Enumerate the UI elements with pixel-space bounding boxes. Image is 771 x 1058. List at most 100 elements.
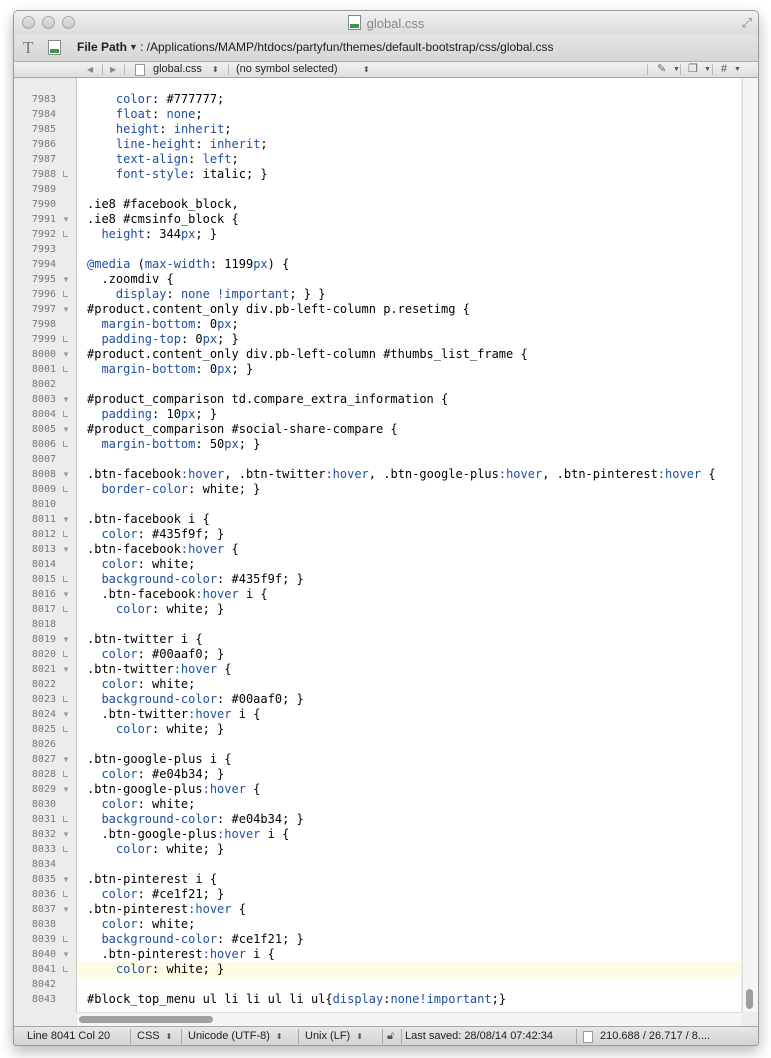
code-line[interactable]: display: none !important; } } — [87, 287, 326, 302]
code-line[interactable]: text-align: left; — [87, 152, 239, 167]
horizontal-scroll-thumb[interactable] — [79, 1016, 213, 1023]
code-line[interactable]: #block_top_menu ul li li ul li ul{displa… — [87, 992, 506, 1007]
code-line[interactable]: .btn-google-plus:hover { — [87, 782, 260, 797]
code-line[interactable]: color: white; } — [87, 962, 224, 977]
hash-icon[interactable]: # — [721, 62, 727, 77]
symbol-selector[interactable]: (no symbol selected) — [236, 62, 338, 77]
chevron-down-icon[interactable]: ▼ — [129, 42, 138, 52]
code-line[interactable]: .btn-twitter:hover { — [87, 662, 232, 677]
text-tool-icon[interactable]: T — [23, 38, 33, 58]
documents-icon[interactable]: ❐ — [688, 62, 698, 77]
syntax-mode-selector[interactable]: CSS ⬍ — [137, 1030, 172, 1042]
code-line[interactable]: color: white; } — [87, 722, 224, 737]
code-line[interactable]: #product_comparison td.compare_extra_inf… — [87, 392, 448, 407]
code-token-num: :hover — [202, 782, 246, 796]
file-icon[interactable] — [48, 40, 61, 55]
code-line[interactable]: color: #777777; — [87, 92, 224, 107]
lock-icon[interactable]: 🔓︎ — [387, 1030, 394, 1043]
fold-toggle-icon[interactable]: ▼ — [62, 422, 70, 437]
code-line[interactable]: #product.content_only div.pb-left-column… — [87, 347, 528, 362]
fold-toggle-icon[interactable]: ▼ — [62, 467, 70, 482]
code-line[interactable]: margin-bottom: 50px; } — [87, 437, 260, 452]
code-line[interactable]: #product.content_only div.pb-left-column… — [87, 302, 470, 317]
code-line[interactable]: line-height: inherit; — [87, 137, 268, 152]
code-line[interactable]: .btn-pinterest:hover { — [87, 902, 246, 917]
pencil-icon[interactable]: ✎ — [657, 62, 666, 77]
code-line[interactable]: padding: 10px; } — [87, 407, 217, 422]
fold-toggle-icon[interactable]: ▼ — [62, 782, 70, 797]
fold-toggle-icon[interactable]: ▼ — [62, 902, 70, 917]
code-line[interactable]: background-color: #e04b34; } — [87, 812, 303, 827]
code-line[interactable]: height: inherit; — [87, 122, 232, 137]
chevron-down-icon[interactable]: ▼ — [673, 62, 680, 77]
forward-icon[interactable]: ▶ — [110, 62, 116, 77]
code-line[interactable]: margin-bottom: 0px; — [87, 317, 238, 332]
fold-toggle-icon[interactable]: ▼ — [62, 272, 70, 287]
code-line[interactable]: .btn-facebook i { — [87, 512, 210, 527]
fold-toggle-icon[interactable]: ▼ — [62, 542, 70, 557]
code-line[interactable]: color: #435f9f; } — [87, 527, 224, 542]
updown-icon[interactable]: ⬍ — [363, 62, 370, 77]
file-path-label[interactable]: File Path — [77, 40, 127, 54]
fold-toggle-icon[interactable]: ▼ — [62, 302, 70, 317]
fullscreen-icon[interactable]: ⤢ — [742, 15, 752, 31]
fold-toggle-icon[interactable]: ▼ — [62, 587, 70, 602]
fold-toggle-icon[interactable]: ▼ — [62, 752, 70, 767]
fold-toggle-icon[interactable]: ▼ — [62, 347, 70, 362]
vertical-scrollbar[interactable] — [742, 78, 758, 1012]
cursor-position[interactable]: Line 8041 Col 20 — [27, 1030, 110, 1042]
code-line[interactable]: @media (max-width: 1199px) { — [87, 257, 289, 272]
code-line[interactable]: color: #00aaf0; } — [87, 647, 224, 662]
fold-toggle-icon[interactable]: ▼ — [62, 392, 70, 407]
fold-toggle-icon[interactable]: ▼ — [62, 872, 70, 887]
code-line[interactable]: padding-top: 0px; } — [87, 332, 238, 347]
line-number: 8034 — [31, 859, 56, 870]
vertical-scroll-thumb[interactable] — [746, 989, 753, 1009]
code-line[interactable]: .btn-facebook:hover i { — [87, 587, 267, 602]
fold-toggle-icon[interactable]: ▼ — [62, 632, 70, 647]
code-line[interactable]: .btn-facebook:hover { — [87, 542, 239, 557]
fold-toggle-icon[interactable]: ▼ — [62, 662, 70, 677]
code-line[interactable]: color: #e04b34; } — [87, 767, 224, 782]
code-line[interactable]: .zoomdiv { — [87, 272, 173, 287]
code-line[interactable]: background-color: #ce1f21; } — [87, 932, 303, 947]
chevron-down-icon[interactable]: ▼ — [734, 62, 741, 77]
code-line[interactable]: height: 344px; } — [87, 227, 217, 242]
code-line[interactable]: .ie8 #facebook_block, — [87, 197, 239, 212]
code-line[interactable]: .btn-google-plus:hover i { — [87, 827, 289, 842]
fold-toggle-icon[interactable]: ▼ — [62, 947, 70, 962]
fold-toggle-icon[interactable]: ▼ — [62, 707, 70, 722]
code-line[interactable]: margin-bottom: 0px; } — [87, 362, 253, 377]
file-selector[interactable]: global.css — [153, 62, 202, 77]
fold-toggle-icon[interactable]: ▼ — [62, 512, 70, 527]
code-line[interactable]: .btn-pinterest i { — [87, 872, 217, 887]
updown-icon[interactable]: ⬍ — [212, 62, 219, 77]
code-line[interactable]: font-style: italic; } — [87, 167, 268, 182]
code-line[interactable]: .btn-facebook:hover, .btn-twitter:hover,… — [87, 467, 716, 482]
code-line[interactable]: color: white; } — [87, 842, 224, 857]
code-line[interactable]: .btn-pinterest:hover i { — [87, 947, 274, 962]
code-line[interactable]: color: white; — [87, 917, 195, 932]
code-line[interactable]: float: none; — [87, 107, 203, 122]
chevron-down-icon[interactable]: ▼ — [704, 62, 711, 77]
line-endings-selector[interactable]: Unix (LF) ⬍ — [305, 1030, 363, 1042]
code-line[interactable]: background-color: #435f9f; } — [87, 572, 303, 587]
fold-toggle-icon[interactable]: ▼ — [62, 212, 70, 227]
encoding-selector[interactable]: Unicode (UTF-8) ⬍ — [188, 1030, 283, 1042]
code-line[interactable]: color: #ce1f21; } — [87, 887, 224, 902]
code-line[interactable]: .ie8 #cmsinfo_block { — [87, 212, 239, 227]
code-line[interactable]: color: white; — [87, 797, 195, 812]
code-line[interactable]: border-color: white; } — [87, 482, 260, 497]
back-icon[interactable]: ◀ — [87, 62, 93, 77]
code-line[interactable]: background-color: #00aaf0; } — [87, 692, 303, 707]
code-line[interactable]: color: white; — [87, 557, 195, 572]
code-line[interactable]: color: white; — [87, 677, 195, 692]
code-line[interactable]: .btn-twitter:hover i { — [87, 707, 260, 722]
code-line[interactable]: color: white; } — [87, 602, 224, 617]
code-editor[interactable]: color: #777777; float: none; height: inh… — [77, 78, 741, 1012]
code-line[interactable]: .btn-google-plus i { — [87, 752, 232, 767]
horizontal-scrollbar[interactable] — [77, 1012, 742, 1026]
fold-toggle-icon[interactable]: ▼ — [62, 827, 70, 842]
code-line[interactable]: #product_comparison #social-share-compar… — [87, 422, 398, 437]
code-line[interactable]: .btn-twitter i { — [87, 632, 203, 647]
